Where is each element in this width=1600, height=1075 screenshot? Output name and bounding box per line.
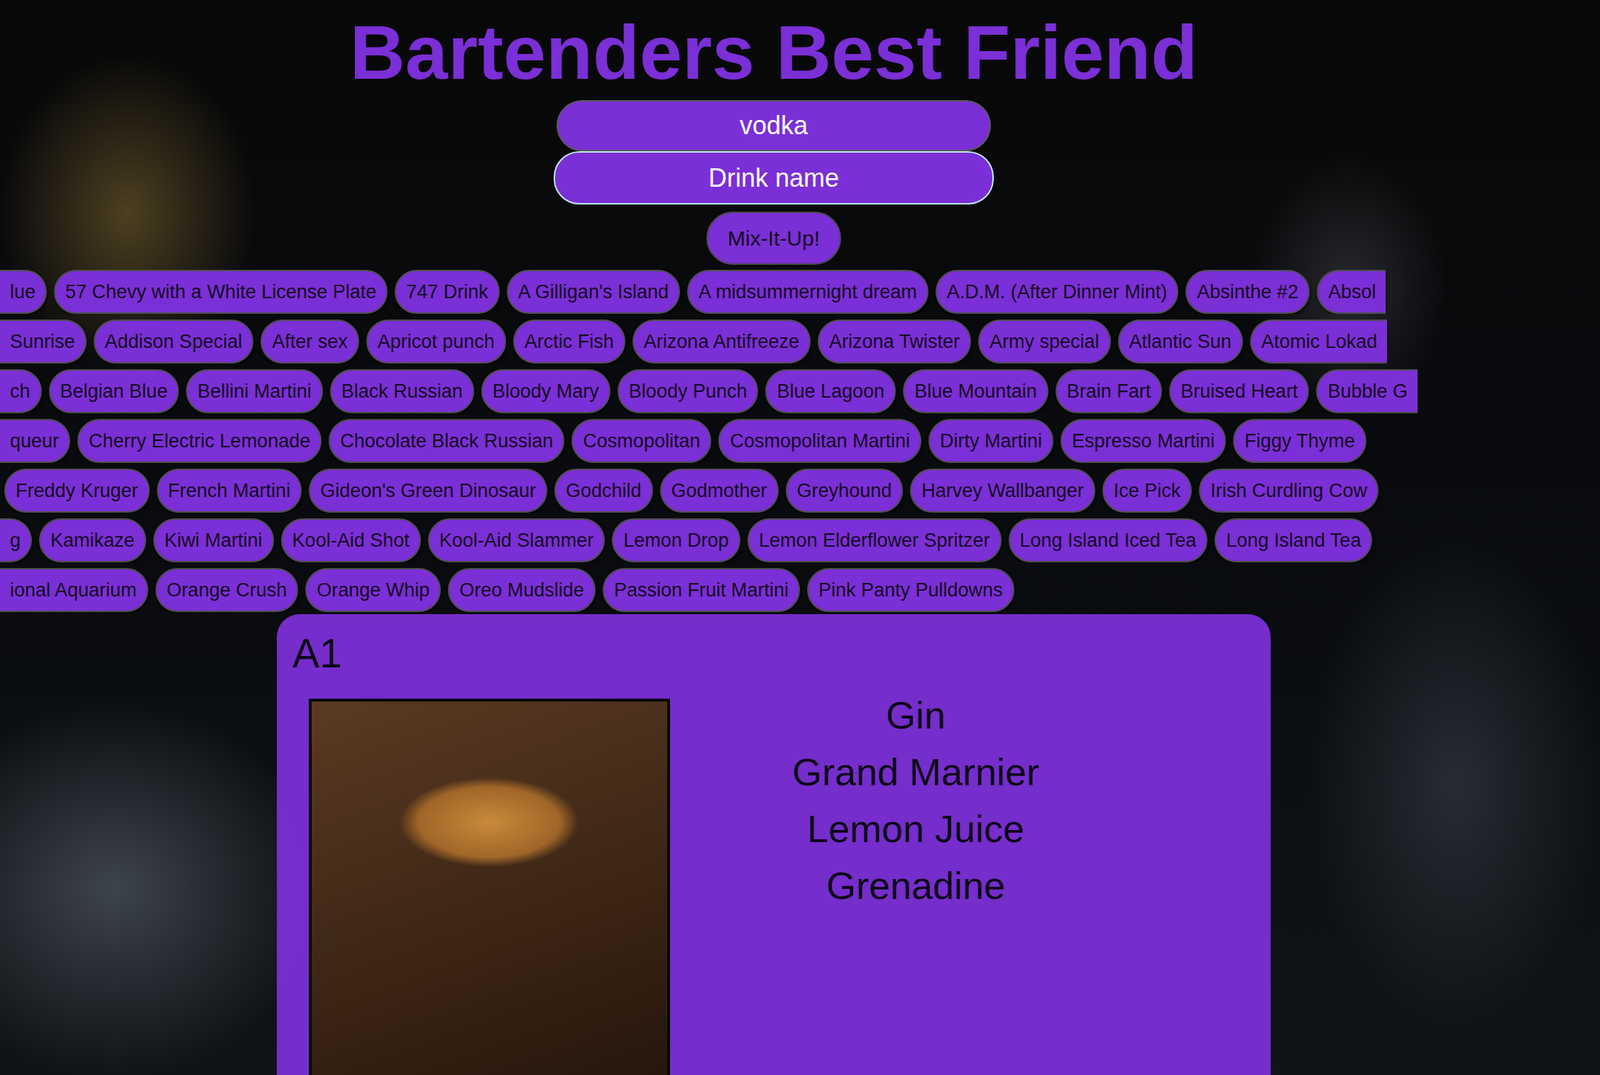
ingredient: Lemon Juice xyxy=(807,800,1025,857)
drink-chip[interactable]: Cherry Electric Lemonade xyxy=(77,418,322,463)
drink-chip[interactable]: Pink Panty Pulldowns xyxy=(807,567,1015,612)
drink-chip[interactable]: Kiwi Martini xyxy=(153,518,275,563)
drink-chip[interactable]: Chocolate Black Russian xyxy=(328,418,565,463)
drink-chip[interactable]: Espresso Martini xyxy=(1060,418,1226,463)
drink-chip[interactable]: Addison Special xyxy=(93,319,255,364)
drink-chip[interactable]: Arizona Antifreeze xyxy=(632,319,811,364)
drink-chip[interactable]: Ice Pick xyxy=(1102,468,1193,513)
drink-chip[interactable]: French Martini xyxy=(156,468,303,513)
drink-chip[interactable]: Arctic Fish xyxy=(513,319,626,364)
drink-chip[interactable]: Godmother xyxy=(660,468,779,513)
drink-chip[interactable]: Bloody Punch xyxy=(617,369,759,414)
drink-chip[interactable]: Absol xyxy=(1316,269,1387,314)
drink-chip[interactable]: Freddy Kruger xyxy=(4,468,150,513)
drink-row: gKamikazeKiwi MartiniKool-Aid ShotKool-A… xyxy=(0,518,1600,563)
drink-chip[interactable]: Sunrise xyxy=(0,319,87,364)
drink-name: A1 xyxy=(292,628,1256,678)
drink-chip[interactable]: Long Island Tea xyxy=(1214,518,1373,563)
drink-chip[interactable]: Atomic Lokad xyxy=(1250,319,1388,364)
drink-row: chBelgian BlueBellini MartiniBlack Russi… xyxy=(0,369,1600,414)
drink-chip[interactable]: ional Aquarium xyxy=(0,567,149,612)
ingredient-list: GinGrand MarnierLemon JuiceGrenadine xyxy=(670,686,1162,1075)
drink-chip[interactable]: Brain Fart xyxy=(1055,369,1163,414)
drink-chip[interactable]: Bellini Martini xyxy=(185,369,323,414)
drink-chip[interactable]: Arizona Twister xyxy=(817,319,972,364)
drink-chip[interactable]: 747 Drink xyxy=(394,269,500,314)
drink-chip[interactable]: Cosmopolitan xyxy=(571,418,712,463)
drink-chip[interactable]: Dirty Martini xyxy=(928,418,1054,463)
drink-chip[interactable]: Apricot punch xyxy=(366,319,507,364)
drink-row: Freddy KrugerFrench MartiniGideon's Gree… xyxy=(0,468,1600,513)
drink-chip[interactable]: Orange Crush xyxy=(155,567,299,612)
header: Bartenders Best Friend Mix-It-Up! xyxy=(0,0,1600,265)
drink-chip[interactable]: Orange Whip xyxy=(305,567,441,612)
ingredient: Grenadine xyxy=(826,856,1006,914)
drink-row: SunriseAddison SpecialAfter sexApricot p… xyxy=(0,319,1600,364)
drink-chip[interactable]: Lemon Drop xyxy=(611,518,741,563)
drink-row: lue57 Chevy with a White License Plate74… xyxy=(0,269,1600,314)
drink-details: GinGrand MarnierLemon JuiceGrenadine xyxy=(292,686,1256,1075)
drink-chip[interactable]: A Gilligan's Island xyxy=(506,269,681,314)
drink-chip[interactable]: Atlantic Sun xyxy=(1118,319,1243,364)
drink-chip[interactable]: Belgian Blue xyxy=(48,369,180,414)
app-title: Bartenders Best Friend xyxy=(349,9,1198,96)
drink-chip[interactable]: Kool-Aid Slammer xyxy=(428,518,606,563)
search-field[interactable] xyxy=(553,151,994,205)
drink-chip[interactable]: Blue Lagoon xyxy=(765,369,896,414)
drink-photo xyxy=(308,698,671,1075)
drink-chip[interactable]: Oreo Mudslide xyxy=(447,567,596,612)
drink-chip[interactable]: Cosmopolitan Martini xyxy=(718,418,922,463)
page: Bartenders Best Friend Mix-It-Up! lue57 … xyxy=(0,0,1600,1075)
drink-chip[interactable]: 57 Chevy with a White License Plate xyxy=(53,269,388,314)
drink-chip[interactable]: A.D.M. (After Dinner Mint) xyxy=(935,269,1180,314)
ingredient: Grand Marnier xyxy=(792,743,1040,800)
drink-chip[interactable]: Greyhound xyxy=(785,468,904,513)
drink-chip[interactable]: Bruised Heart xyxy=(1169,369,1309,414)
drink-row: ional AquariumOrange CrushOrange WhipOre… xyxy=(0,567,1600,612)
drink-chip[interactable]: Godchild xyxy=(554,468,654,513)
drink-chip[interactable]: Kamikaze xyxy=(39,518,147,563)
drink-chip[interactable]: g xyxy=(0,518,32,563)
drink-chip[interactable]: Figgy Thyme xyxy=(1233,418,1367,463)
drink-chip[interactable]: A midsummernight dream xyxy=(687,269,929,314)
drink-chip[interactable]: Absinthe #2 xyxy=(1185,269,1310,314)
drink-chip[interactable]: Black Russian xyxy=(330,369,475,414)
drink-chip[interactable]: After sex xyxy=(260,319,360,364)
search-field[interactable] xyxy=(556,100,991,152)
drink-chip[interactable]: Army special xyxy=(978,319,1111,364)
drink-chip[interactable]: lue xyxy=(0,269,47,314)
drink-row: queurCherry Electric LemonadeChocolate B… xyxy=(0,418,1600,463)
drink-chip[interactable]: Gideon's Green Dinosaur xyxy=(308,468,548,513)
drink-chip[interactable]: Irish Curdling Cow xyxy=(1198,468,1379,513)
drink-list: lue57 Chevy with a White License Plate74… xyxy=(0,269,1600,612)
drink-chip[interactable]: Long Island Iced Tea xyxy=(1008,518,1209,563)
drink-chip[interactable]: Bloody Mary xyxy=(481,369,611,414)
ingredient: Gin xyxy=(885,686,946,744)
drink-chip[interactable]: Lemon Elderflower Spritzer xyxy=(747,518,1002,563)
mix-button[interactable]: Mix-It-Up! xyxy=(706,211,842,265)
drink-chip[interactable]: ch xyxy=(0,369,42,414)
drink-card: A1 GinGrand MarnierLemon JuiceGrenadine xyxy=(276,614,1271,1075)
drink-chip[interactable]: Harvey Wallbanger xyxy=(910,468,1096,513)
drink-chip[interactable]: Passion Fruit Martini xyxy=(602,567,800,612)
drink-chip[interactable]: Kool-Aid Shot xyxy=(281,518,421,563)
drink-chip[interactable]: queur xyxy=(0,418,71,463)
drink-chip[interactable]: Blue Mountain xyxy=(902,369,1049,414)
drink-chip[interactable]: Bubble G xyxy=(1316,369,1418,414)
